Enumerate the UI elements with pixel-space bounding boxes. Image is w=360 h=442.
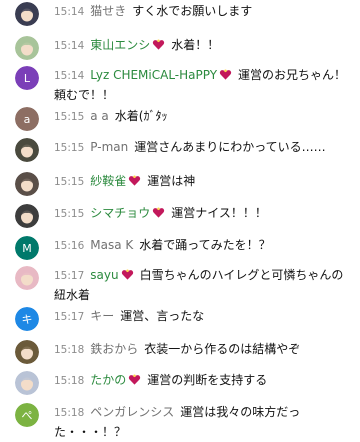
message-content: 15:16 Masa K 水着で踊ってみたを！？ — [54, 236, 354, 256]
author-name[interactable]: たかの — [90, 373, 141, 387]
member-badge-icon — [121, 269, 133, 280]
message-content: 15:14 猫せき すく水でお願いします — [54, 2, 354, 22]
author-name[interactable]: 鉄おから — [90, 342, 138, 356]
letter-avatar-icon[interactable]: L — [15, 66, 39, 90]
message-text: 運営の判断を支持する — [147, 373, 268, 387]
author-name[interactable]: Lyz CHEMiCAL-HaPPY — [90, 68, 232, 82]
avatar-image-icon[interactable] — [15, 340, 39, 364]
letter-avatar-icon[interactable]: M — [15, 236, 39, 260]
message-content: 15:15 a a 水着(ｶﾞﾀｯ — [54, 107, 354, 127]
message-content: 15:15 シマチョウ 運営ナイス！！！ — [54, 204, 354, 224]
chat-message[interactable]: 15:18 たかの 運営の判断を支持する — [0, 371, 360, 395]
avatar-image-icon[interactable] — [15, 266, 39, 290]
message-text: 運営は神 — [147, 174, 196, 188]
avatar-letter: キ — [22, 313, 33, 326]
chat-message[interactable]: 15:14 猫せき すく水でお願いします — [0, 2, 360, 26]
avatar-image-icon[interactable] — [15, 204, 39, 228]
message-content: 15:18 鉄おから 衣装一から作るのは結構やぞ — [54, 340, 354, 360]
timestamp: 15:18 — [54, 407, 85, 419]
timestamp: 15:15 — [54, 176, 85, 188]
author-name[interactable]: 紗鞍雀 — [90, 174, 141, 188]
avatar-image-icon[interactable] — [15, 172, 39, 196]
author-name[interactable]: 東山エンシ — [90, 38, 165, 52]
message-content: 15:17 sayu 白雪ちゃんのハイレグと可憐ちゃんの紐水着 — [54, 266, 354, 305]
member-badge-icon — [153, 39, 165, 50]
avatar-letter: a — [24, 113, 31, 126]
author-name[interactable]: Masa K — [90, 238, 133, 252]
timestamp: 15:15 — [54, 111, 85, 123]
chat-message[interactable]: a 15:15 a a 水着(ｶﾞﾀｯ — [0, 107, 360, 131]
avatar-image-icon[interactable] — [15, 138, 39, 162]
avatar-image-icon[interactable] — [15, 2, 39, 26]
avatar-letter: M — [22, 242, 32, 255]
message-text: 水着(ｶﾞﾀｯ — [114, 109, 168, 123]
member-badge-icon — [129, 374, 141, 385]
timestamp: 15:17 — [54, 311, 85, 323]
message-content: 15:15 P-man 運営さんあまりにわかっている…… — [54, 138, 354, 158]
timestamp: 15:15 — [54, 208, 85, 220]
author-name[interactable]: a a — [90, 109, 109, 123]
timestamp: 15:14 — [54, 40, 85, 52]
avatar-letter: L — [24, 72, 31, 85]
message-text: 運営さんあまりにわかっている…… — [134, 140, 326, 154]
author-name[interactable]: シマチョウ — [90, 206, 165, 220]
author-name[interactable]: ペンガレンシス — [90, 405, 174, 419]
message-text: 運営ナイス！！！ — [171, 206, 267, 220]
letter-avatar-icon[interactable]: キ — [15, 307, 39, 331]
author-name[interactable]: sayu — [90, 268, 133, 282]
message-text: 運営、言ったな — [120, 309, 205, 323]
chat-message[interactable]: 15:15 P-man 運営さんあまりにわかっている…… — [0, 138, 360, 162]
member-badge-icon — [153, 207, 165, 218]
avatar-image-icon[interactable] — [15, 36, 39, 60]
message-content: 15:17 キー 運営、言ったな — [54, 307, 354, 327]
chat-message[interactable]: 15:14 東山エンシ 水着！！ — [0, 36, 360, 60]
chat-message[interactable]: 15:17 sayu 白雪ちゃんのハイレグと可憐ちゃんの紐水着 — [0, 266, 360, 305]
message-content: 15:14 東山エンシ 水着！！ — [54, 36, 354, 56]
message-text: 水着で踊ってみたを！？ — [139, 238, 271, 252]
message-text: すく水でお願いします — [132, 4, 253, 18]
member-badge-icon — [219, 69, 232, 80]
live-chat-list: 15:14 猫せき すく水でお願いします 15:14 東山エンシ 水着！！ L 15:14 Ly… — [0, 0, 360, 439]
timestamp: 15:17 — [54, 270, 85, 282]
timestamp: 15:14 — [54, 6, 85, 18]
message-content: 15:18 ペンガレンシス 運営は我々の味方だった・・・！？ — [54, 403, 354, 442]
chat-message[interactable]: L 15:14 Lyz CHEMiCAL-HaPPY 運営のお兄ちゃん！頼むで！！ — [0, 66, 360, 105]
chat-message[interactable]: 15:18 鉄おから 衣装一から作るのは結構やぞ — [0, 340, 360, 364]
avatar-image-icon[interactable] — [15, 371, 39, 395]
timestamp: 15:18 — [54, 375, 85, 387]
author-name[interactable]: キー — [90, 309, 114, 323]
avatar-letter: ぺ — [22, 409, 33, 422]
letter-avatar-icon[interactable]: ぺ — [15, 403, 39, 427]
chat-message[interactable]: 15:15 シマチョウ 運営ナイス！！！ — [0, 204, 360, 228]
message-content: 15:15 紗鞍雀 運営は神 — [54, 172, 354, 192]
timestamp: 15:18 — [54, 344, 85, 356]
author-name[interactable]: P-man — [90, 140, 128, 154]
letter-avatar-icon[interactable]: a — [15, 107, 39, 131]
timestamp: 15:15 — [54, 142, 85, 154]
timestamp: 15:14 — [54, 70, 85, 82]
chat-message[interactable]: M 15:16 Masa K 水着で踊ってみたを！？ — [0, 236, 360, 260]
chat-message[interactable]: 15:15 紗鞍雀 運営は神 — [0, 172, 360, 196]
chat-message[interactable]: ぺ 15:18 ペンガレンシス 運営は我々の味方だった・・・！？ — [0, 403, 360, 442]
member-badge-icon — [129, 175, 141, 186]
timestamp: 15:16 — [54, 240, 85, 252]
message-content: 15:14 Lyz CHEMiCAL-HaPPY 運営のお兄ちゃん！頼むで！！ — [54, 66, 354, 105]
author-name[interactable]: 猫せき — [90, 4, 126, 18]
message-text: 水着！！ — [171, 38, 220, 52]
chat-message[interactable]: キ 15:17 キー 運営、言ったな — [0, 307, 360, 331]
message-content: 15:18 たかの 運営の判断を支持する — [54, 371, 354, 391]
message-text: 衣装一から作るのは結構やぞ — [144, 342, 301, 356]
